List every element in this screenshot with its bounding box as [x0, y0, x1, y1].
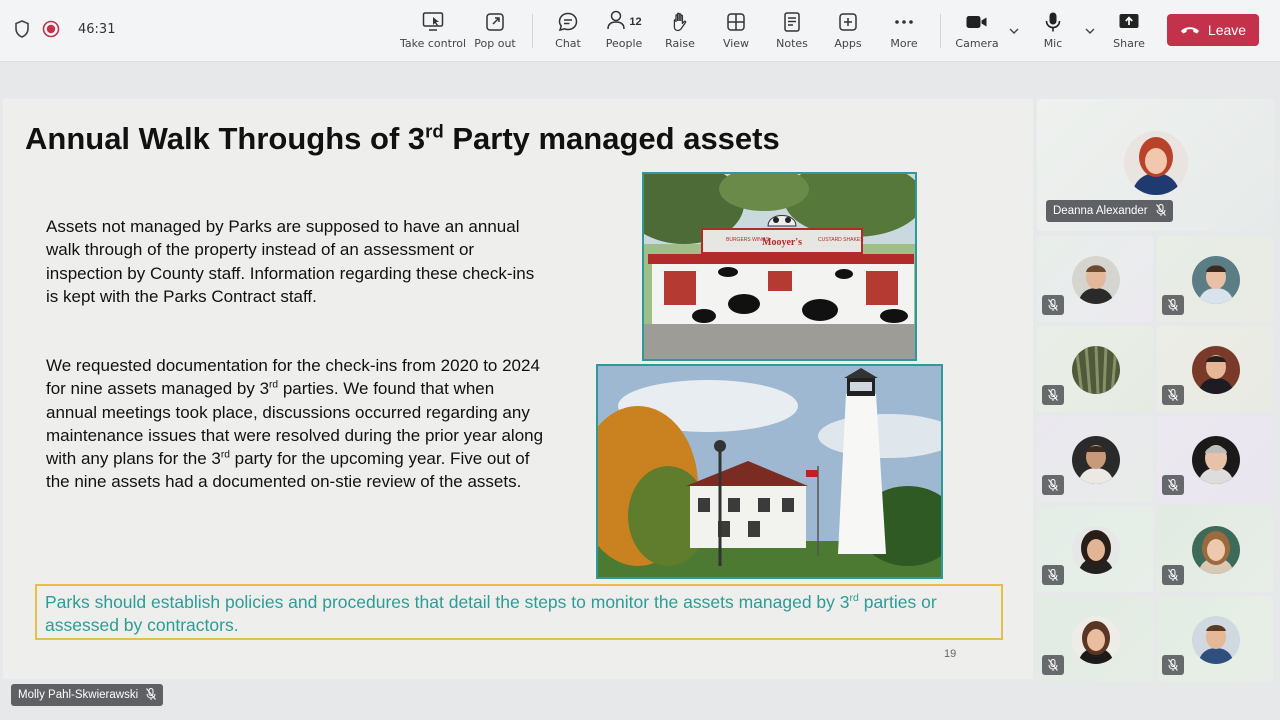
participant-tile[interactable]	[1037, 596, 1153, 682]
phone-hangup-icon	[1180, 22, 1200, 38]
slide-paragraph-1: Assets not managed by Parks are supposed…	[46, 217, 535, 306]
participant-tile[interactable]	[1157, 236, 1273, 322]
mic-muted-icon	[1162, 655, 1184, 675]
chat-icon	[557, 10, 579, 34]
raise-hand-icon	[670, 10, 690, 34]
people-icon	[606, 9, 626, 36]
lighthouse-photo	[596, 364, 943, 579]
avatar	[1072, 526, 1120, 574]
participant-tile[interactable]	[1037, 416, 1153, 502]
avatar	[1192, 616, 1240, 664]
people-count: 12	[629, 16, 642, 28]
mic-muted-icon	[1155, 203, 1166, 219]
avatar	[1192, 346, 1240, 394]
chat-button[interactable]: Chat	[536, 10, 600, 54]
avatar	[1072, 346, 1120, 394]
pop-out-icon	[484, 10, 506, 34]
recording-icon	[42, 20, 60, 38]
mic-muted-icon	[1042, 385, 1064, 405]
slide-paragraph-2: We requested documentation for the check…	[46, 356, 544, 492]
shared-slide: Annual Walk Throughs of 3rd Party manage…	[3, 99, 1033, 679]
meeting-status: 46:31	[14, 20, 115, 38]
avatar	[1192, 526, 1240, 574]
toolbar-divider	[940, 14, 941, 48]
svg-text:Mooyer's: Mooyer's	[762, 237, 802, 248]
notes-button[interactable]: Notes	[760, 10, 824, 54]
meeting-toolbar: 46:31 Take control Pop out Chat 12 Peopl…	[0, 0, 1280, 62]
mic-muted-icon	[1162, 385, 1184, 405]
mic-muted-icon	[1162, 475, 1184, 495]
mic-muted-icon	[1162, 565, 1184, 585]
avatar	[1072, 616, 1120, 664]
svg-text:CUSTARD SHAKES: CUSTARD SHAKES	[818, 237, 864, 243]
take-control-icon	[421, 10, 445, 34]
take-control-button[interactable]: Take control	[400, 10, 466, 54]
participant-tile[interactable]	[1157, 326, 1273, 412]
raise-hand-button[interactable]: Raise	[648, 10, 712, 54]
avatar	[1072, 436, 1120, 484]
avatar	[1124, 131, 1188, 195]
view-button[interactable]: View	[704, 10, 768, 54]
featured-participant-tile[interactable]: Deanna Alexander	[1037, 99, 1275, 231]
shield-icon	[14, 20, 30, 38]
apps-icon	[838, 10, 858, 34]
mic-muted-icon	[146, 687, 157, 703]
mic-muted-icon	[1162, 295, 1184, 315]
mic-muted-icon	[1042, 565, 1064, 585]
people-button[interactable]: 12 People	[592, 10, 656, 54]
more-button[interactable]: More	[872, 10, 936, 54]
participant-tile[interactable]	[1157, 416, 1273, 502]
participant-name-tag: Deanna Alexander	[1046, 200, 1173, 222]
presenter-name-tag: Molly Pahl-Skwierawski	[11, 684, 164, 706]
mic-button[interactable]: Mic	[1021, 10, 1085, 54]
slide-page-number: 19	[944, 648, 957, 660]
recommendation-callout: Parks should establish policies and proc…	[35, 584, 1003, 640]
camera-options-chevron-icon[interactable]	[1007, 24, 1021, 38]
share-icon	[1118, 10, 1140, 34]
notes-icon	[783, 10, 801, 34]
apps-button[interactable]: Apps	[816, 10, 880, 54]
participant-tile[interactable]	[1157, 596, 1273, 682]
view-icon	[726, 10, 746, 34]
avatar	[1072, 256, 1120, 304]
participant-tile[interactable]	[1037, 236, 1153, 322]
avatar	[1192, 256, 1240, 304]
mic-icon	[1044, 10, 1062, 34]
participant-tile[interactable]	[1037, 326, 1153, 412]
mic-options-chevron-icon[interactable]	[1083, 24, 1097, 38]
share-button[interactable]: Share	[1097, 10, 1161, 54]
avatar	[1192, 436, 1240, 484]
leave-button[interactable]: Leave	[1167, 14, 1259, 46]
camera-button[interactable]: Camera	[945, 10, 1009, 54]
toolbar-divider	[532, 14, 533, 48]
meeting-timer: 46:31	[78, 21, 116, 37]
mic-muted-icon	[1042, 475, 1064, 495]
custard-stand-photo: BURGERS WINGS Mooyer's CUSTARD SHAKES	[642, 172, 917, 361]
participant-tile[interactable]	[1037, 506, 1153, 592]
more-icon	[894, 10, 914, 34]
slide-title: Annual Walk Throughs of 3rd Party manage…	[25, 120, 780, 156]
pop-out-button[interactable]: Pop out	[463, 10, 527, 54]
camera-icon	[965, 10, 989, 34]
mic-muted-icon	[1042, 295, 1064, 315]
mic-muted-icon	[1042, 655, 1064, 675]
participant-tile[interactable]	[1157, 506, 1273, 592]
